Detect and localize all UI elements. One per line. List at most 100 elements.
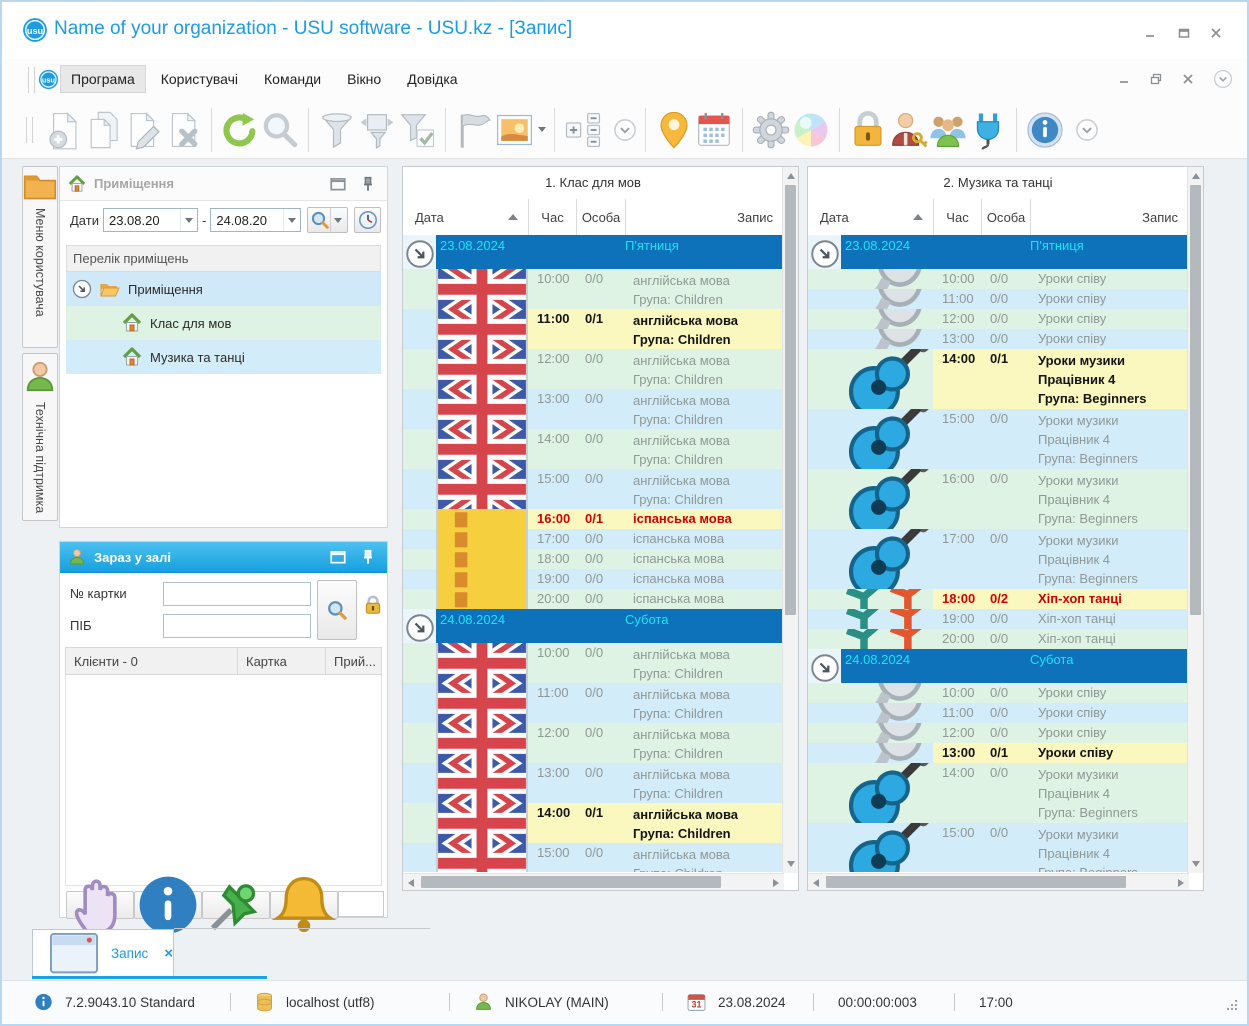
schedule-slot-row[interactable]: 15:000/0англійська моваГрупа: Children	[403, 469, 783, 509]
mdi-restore-button[interactable]	[1149, 72, 1163, 86]
clients-column-header[interactable]: Клієнти - 0	[66, 648, 238, 674]
schedule-slot-row[interactable]: 14:00 0/0 Уроки музики Працівник 4 Група: Be…	[808, 763, 1188, 823]
card-column-header[interactable]: Картка	[238, 648, 326, 674]
info-icon[interactable]	[1025, 109, 1065, 151]
menu-item[interactable]: Програма	[60, 65, 146, 93]
info-button[interactable]	[134, 876, 202, 934]
column-header[interactable]: Дата	[808, 199, 933, 235]
column-header[interactable]: Особа	[981, 199, 1030, 235]
copy-record-icon[interactable]	[83, 109, 123, 151]
tree-room-row[interactable]: Клас для мов	[66, 306, 381, 340]
colors-icon[interactable]	[791, 109, 831, 151]
schedule-slot-row[interactable]: 17:00 0/0 іспанська мова	[403, 529, 783, 549]
user-groups-icon[interactable]	[928, 109, 968, 151]
schedule-slot-row[interactable]: 19:00 0/0 Хіп-хоп танці	[808, 609, 1188, 629]
column-header[interactable]: Запис	[1030, 199, 1188, 235]
search-options-icon[interactable]	[329, 208, 346, 232]
vertical-scrollbar[interactable]	[782, 167, 798, 873]
schedule-slot-row[interactable]: 10:00 0/0 Уроки співу	[808, 269, 1188, 289]
schedule-slot-row[interactable]: 14:00 0/1 Уроки музики Працівник 4 Група: Be…	[808, 349, 1188, 409]
toolbar-grip[interactable]	[26, 116, 33, 143]
date-to-combo[interactable]: 24.08.20	[210, 208, 301, 232]
schedule-slot-row[interactable]: 10:00 0/0 англійська мова Група: Children	[403, 269, 783, 309]
schedule-slot-row[interactable]: 13:00 0/0 англійська мова Група: Children	[403, 763, 783, 803]
schedule-slot-row[interactable]: 10:00 0/0 Уроки співу	[808, 683, 1188, 703]
schedule-slot-row[interactable]: 19:00 0/0 іспанська мова	[403, 569, 783, 589]
date-group-row[interactable]: 23.08.2024 П'ятниця	[808, 235, 1188, 269]
column-header[interactable]: Запис	[625, 199, 783, 235]
lock-icon[interactable]	[848, 109, 888, 151]
bell-button[interactable]	[270, 876, 338, 933]
schedule-slot-row[interactable]: 11:00 0/0 англійська мова Група: Children	[403, 683, 783, 723]
menu-item[interactable]: Вікно	[336, 65, 392, 93]
name-input[interactable]	[163, 614, 311, 638]
schedule-slot-row[interactable]: 15:000/0Уроки музикиПрацівник 4Група: Be…	[808, 823, 1188, 872]
column-header[interactable]: Час	[528, 199, 576, 235]
horizontal-scroll-thumb[interactable]	[421, 876, 721, 888]
tree-collapse-icon[interactable]	[563, 109, 603, 151]
schedule-slot-row[interactable]: 11:00 0/0 Уроки співу	[808, 289, 1188, 309]
overflow-icon[interactable]	[1075, 109, 1099, 151]
user-access-icon[interactable]	[888, 109, 928, 151]
schedule-slot-row[interactable]: 13:00 0/1 Уроки співу	[808, 743, 1188, 763]
collapse-group-icon[interactable]	[405, 613, 435, 643]
schedule-slot-row[interactable]: 15:000/0Уроки музикиПрацівник 4Група: Be…	[808, 409, 1188, 469]
column-header[interactable]: Особа	[576, 199, 625, 235]
collapse-group-icon[interactable]	[810, 239, 840, 269]
search-icon[interactable]	[260, 109, 300, 151]
schedule-slot-row[interactable]: 18:00 0/0 іспанська мова	[403, 549, 783, 569]
arrival-column-header[interactable]: Прий...	[326, 648, 381, 674]
column-header[interactable]: Час	[933, 199, 981, 235]
close-button[interactable]	[1205, 24, 1227, 42]
filter-window-icon[interactable]	[357, 109, 397, 151]
schedule-slot-row[interactable]: 12:00 0/0 англійська мова Група: Children	[403, 723, 783, 763]
horizontal-scroll-thumb[interactable]	[826, 876, 1126, 888]
menu-grip[interactable]	[28, 67, 35, 93]
vertical-scroll-thumb[interactable]	[785, 185, 796, 615]
date-group-row[interactable]: 23.08.2024 П'ятниця	[403, 235, 783, 269]
schedule-slot-row[interactable]: 13:00 0/0 Уроки співу	[808, 329, 1188, 349]
expand-icon[interactable]	[72, 279, 92, 299]
schedule-slot-row[interactable]: 20:00 0/0 Хіп-хоп танці	[808, 629, 1188, 649]
resize-grip-icon[interactable]	[1225, 998, 1239, 1012]
schedule-slot-row[interactable]: 20:00 0/0 іспанська мова	[403, 589, 783, 609]
plugins-icon[interactable]	[968, 109, 1008, 151]
overflow-icon[interactable]	[613, 109, 637, 151]
date-group-row[interactable]: 24.08.2024 Субота	[808, 649, 1188, 683]
edit-record-icon[interactable]	[123, 109, 163, 151]
flag-icon[interactable]	[454, 109, 494, 151]
schedule-slot-row[interactable]: 16:00 0/1 іспанська мова	[403, 509, 783, 529]
vertical-scrollbar[interactable]	[1187, 167, 1203, 873]
schedule-slot-row[interactable]: 10:00 0/0 англійська мова Група: Children	[403, 643, 783, 683]
schedule-slot-row[interactable]: 18:00 0/2 Хіп-хоп танці	[808, 589, 1188, 609]
horizontal-scrollbar[interactable]	[808, 873, 1189, 890]
filter-apply-icon[interactable]	[397, 109, 437, 151]
mdi-close-button[interactable]	[1181, 72, 1195, 86]
mdi-minimize-button[interactable]	[1117, 72, 1131, 86]
menu-overflow-icon[interactable]	[1213, 69, 1233, 89]
column-header[interactable]: Дата	[403, 199, 528, 235]
schedule-slot-row[interactable]: 17:00 0/0 Уроки музики Працівник 4 Група: Be…	[808, 529, 1188, 589]
schedule-slot-row[interactable]: 11:00 0/1 англійська мова Група: Children	[403, 309, 783, 349]
sidebar-tab-user-menu[interactable]: Меню користувача	[22, 166, 58, 348]
schedule-slot-row[interactable]: 15:000/0англійська моваГрупа: Children	[403, 843, 783, 872]
collapse-group-icon[interactable]	[405, 239, 435, 269]
schedule-slot-row[interactable]: 16:00 0/0 Уроки музики Працівник 4 Група: Be…	[808, 469, 1188, 529]
panel-pin-icon[interactable]	[357, 175, 379, 193]
schedule-slot-row[interactable]: 12:00 0/0 Уроки співу	[808, 723, 1188, 743]
new-record-icon[interactable]	[43, 109, 83, 151]
sidebar-tab-tech-support[interactable]: Технічна підтримка	[22, 353, 58, 521]
search-split-button[interactable]	[306, 207, 349, 233]
panel-maximize-icon[interactable]	[327, 548, 349, 566]
collapse-group-icon[interactable]	[810, 653, 840, 683]
location-icon[interactable]	[654, 109, 694, 151]
date-from-combo[interactable]: 23.08.20	[102, 208, 198, 232]
lock-icon[interactable]	[362, 594, 384, 616]
menu-item[interactable]: Довідка	[396, 65, 468, 93]
tree-root-row[interactable]: Приміщення	[66, 272, 381, 306]
settings-icon[interactable]	[751, 109, 791, 151]
pin-green-button[interactable]	[202, 884, 270, 931]
card-number-input[interactable]	[163, 582, 311, 606]
image-mode-icon[interactable]	[494, 109, 546, 151]
tab-zapis[interactable]: Запис ×	[32, 929, 174, 977]
